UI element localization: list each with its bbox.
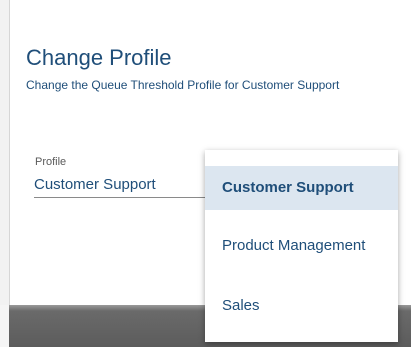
dropdown-option-product-management[interactable]: Product Management <box>205 224 398 268</box>
profile-select[interactable]: Customer Support <box>34 176 214 198</box>
dropdown-option-sales[interactable]: Sales <box>205 284 398 328</box>
footer-left-gap <box>0 305 9 347</box>
dialog-title: Change Profile <box>26 45 172 70</box>
profile-dropdown-menu: Customer Support Product Management Sale… <box>205 150 398 342</box>
page: Change Profile Change the Queue Threshol… <box>0 0 411 347</box>
dialog-subtitle: Change the Queue Threshold Profile for C… <box>26 78 340 92</box>
dropdown-option-customer-support[interactable]: Customer Support <box>205 166 398 210</box>
profile-field-label: Profile <box>35 156 67 168</box>
